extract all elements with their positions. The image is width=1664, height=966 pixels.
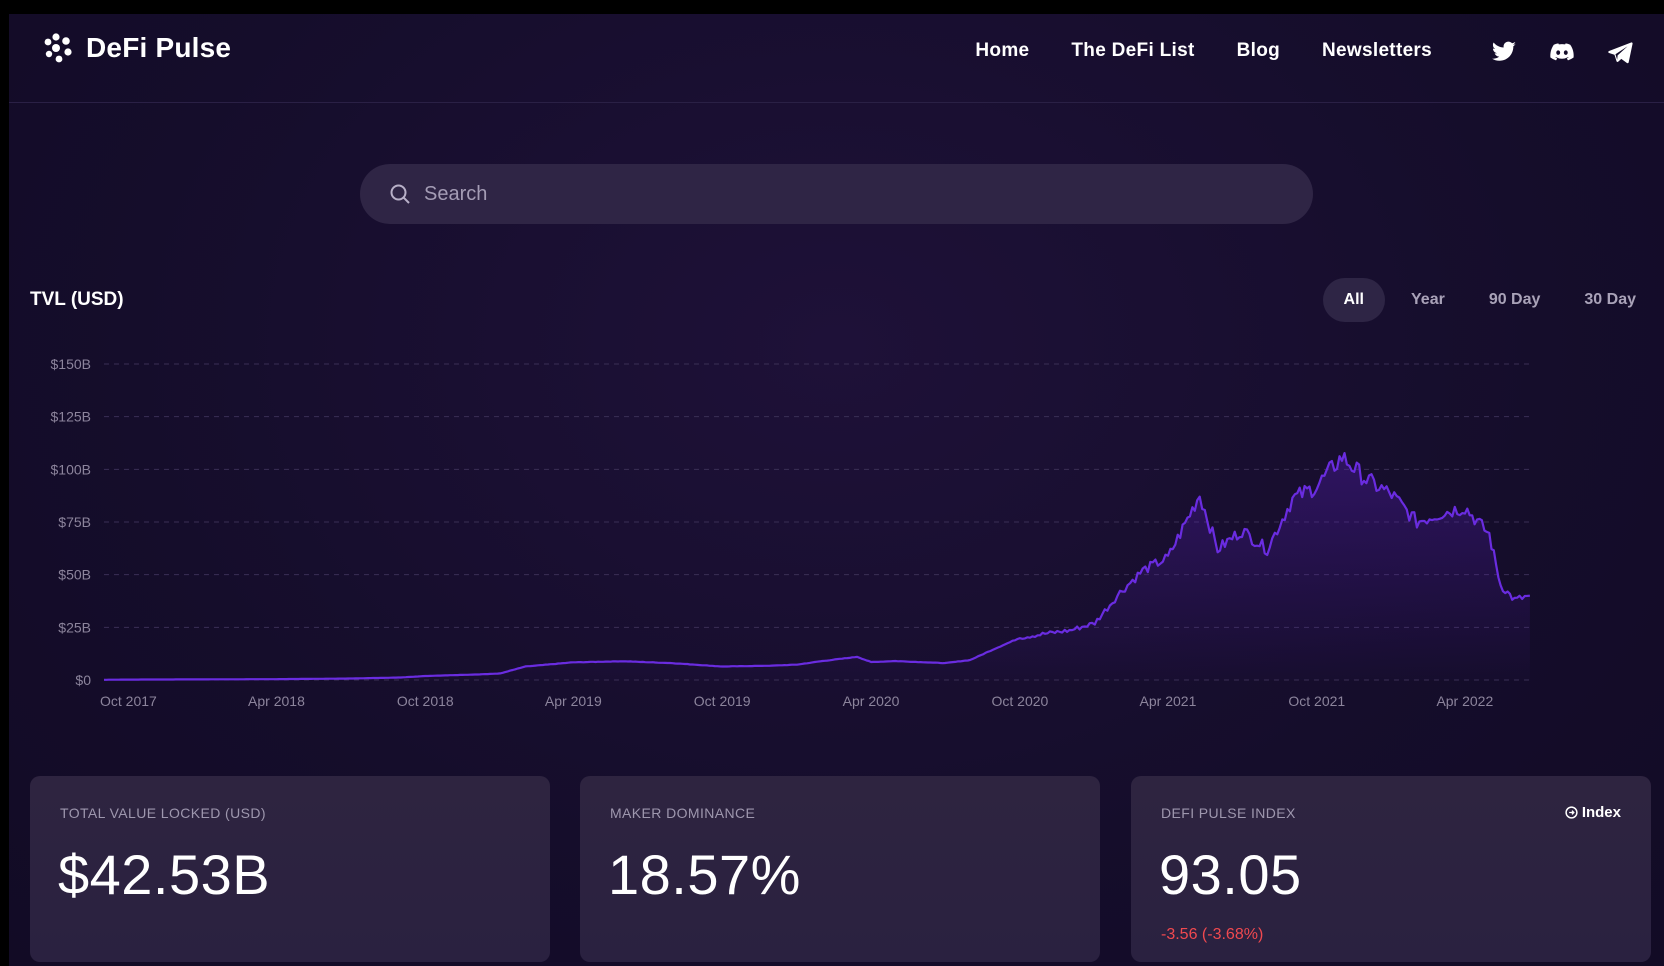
- range-tabs: All Year 90 Day 30 Day: [1322, 278, 1654, 322]
- nav-item-defi-list[interactable]: The DeFi List: [1071, 40, 1194, 62]
- chart-title: TVL (USD): [30, 289, 124, 310]
- stat-label: DEFI PULSE INDEX: [1161, 805, 1296, 821]
- x-tick-label: Oct 2021: [1288, 693, 1345, 709]
- y-tick-label: $75B: [58, 514, 91, 530]
- top-header: DeFi Pulse Home The DeFi List Blog Newsl…: [9, 14, 1664, 103]
- search-bar[interactable]: [360, 164, 1313, 224]
- x-tick-label: Apr 2022: [1436, 693, 1493, 709]
- y-tick-label: $150B: [51, 356, 91, 372]
- social-links: [1490, 38, 1634, 66]
- x-tick-label: Apr 2020: [843, 693, 900, 709]
- search-input[interactable]: [422, 181, 1286, 207]
- x-tick-label: Apr 2021: [1140, 693, 1197, 709]
- y-tick-label: $25B: [58, 619, 91, 635]
- stat-value: 93.05: [1159, 843, 1302, 906]
- brand-logo[interactable]: DeFi Pulse: [42, 32, 231, 64]
- telegram-icon[interactable]: [1606, 38, 1634, 66]
- x-tick-label: Oct 2020: [992, 693, 1049, 709]
- stat-value: 18.57%: [608, 843, 801, 906]
- x-tick-label: Apr 2019: [545, 693, 602, 709]
- index-link-label: Index: [1581, 804, 1621, 821]
- tab-90-day[interactable]: 90 Day: [1471, 278, 1559, 322]
- tvl-area: [104, 453, 1530, 680]
- stat-value: $42.53B: [58, 843, 271, 906]
- nav-item-blog[interactable]: Blog: [1237, 40, 1280, 62]
- index-link-icon: [1565, 806, 1578, 819]
- main-nav: Home The DeFi List Blog Newsletters: [975, 40, 1432, 62]
- x-tick-label: Oct 2017: [100, 693, 157, 709]
- y-tick-label: $125B: [51, 409, 91, 425]
- tab-30-day[interactable]: 30 Day: [1566, 278, 1654, 322]
- tab-all[interactable]: All: [1322, 278, 1385, 322]
- tvl-chart[interactable]: $0 $25B $50B $75B $100B $125B $150B Oct 2017 Apr…: [9, 344, 1664, 754]
- index-link[interactable]: Index: [1565, 804, 1621, 821]
- x-tick-label: Oct 2018: [397, 693, 454, 709]
- discord-icon[interactable]: [1548, 38, 1576, 66]
- brand-name: DeFi Pulse: [86, 32, 232, 63]
- twitter-icon[interactable]: [1490, 38, 1518, 66]
- y-tick-label: $0: [75, 672, 91, 688]
- stat-card-tvl: TOTAL VALUE LOCKED (USD) $42.53B: [30, 776, 550, 962]
- stat-label: TOTAL VALUE LOCKED (USD): [60, 805, 266, 821]
- stat-card-defi-pulse-index: DEFI PULSE INDEX Index 93.05 -3.56 (-3.6…: [1131, 776, 1651, 962]
- stat-change: -3.56 (-3.68%): [1161, 926, 1264, 943]
- search-icon: [388, 182, 412, 206]
- defi-pulse-logo-icon: [44, 33, 72, 63]
- y-tick-label: $100B: [51, 461, 91, 477]
- x-tick-label: Apr 2018: [248, 693, 305, 709]
- tvl-chart-svg: $0 $25B $50B $75B $100B $125B $150B Oct 2017 Apr…: [51, 356, 1534, 709]
- y-tick-label: $50B: [58, 567, 91, 583]
- nav-item-newsletters[interactable]: Newsletters: [1322, 40, 1432, 62]
- app-window: DeFi Pulse Home The DeFi List Blog Newsl…: [9, 14, 1664, 966]
- stat-label: MAKER DOMINANCE: [610, 805, 756, 821]
- nav-item-home[interactable]: Home: [975, 40, 1029, 62]
- x-tick-label: Oct 2019: [694, 693, 751, 709]
- tab-year[interactable]: Year: [1393, 278, 1463, 322]
- stat-card-maker-dominance: MAKER DOMINANCE 18.57%: [580, 776, 1100, 962]
